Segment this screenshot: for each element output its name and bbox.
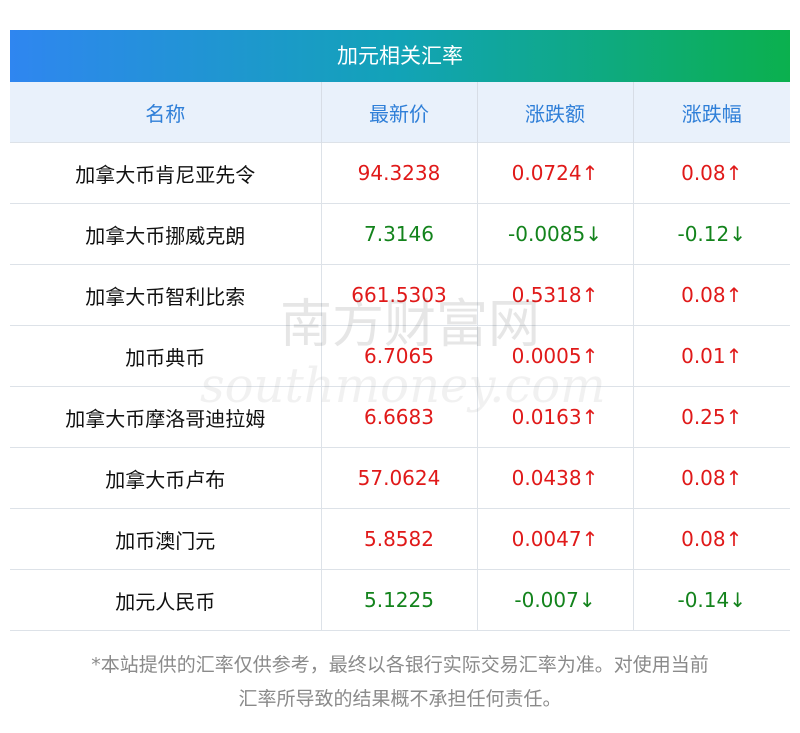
- currency-pair-name: 加币澳门元: [10, 508, 322, 570]
- table-row: 加拿大币卢布 57.0624 0.0438↑ 0.08↑: [10, 447, 790, 509]
- currency-pair-name: 加拿大币智利比索: [10, 264, 322, 326]
- col-header-pct: 涨跌幅: [633, 82, 790, 143]
- table-title: 加元相关汇率: [10, 30, 790, 82]
- change-percent: 0.08↑: [633, 264, 790, 326]
- col-header-price: 最新价: [321, 82, 478, 143]
- table-row: 加拿大币摩洛哥迪拉姆 6.6683 0.0163↑ 0.25↑: [10, 386, 790, 448]
- change-amount: -0.007↓: [477, 569, 634, 631]
- latest-price: 94.3238: [321, 142, 478, 204]
- latest-price: 6.7065: [321, 325, 478, 387]
- table-row: 加元人民币 5.1225 -0.007↓ -0.14↓: [10, 569, 790, 631]
- rate-table-panel: 加元相关汇率 名称 最新价 涨跌额 涨跌幅 加拿大币肯尼亚先令 94.3238 0.…: [10, 30, 790, 631]
- change-amount: 0.5318↑: [477, 264, 634, 326]
- col-header-change: 涨跌额: [477, 82, 634, 143]
- latest-price: 7.3146: [321, 203, 478, 265]
- change-percent: 0.08↑: [633, 142, 790, 204]
- exchange-rate-table: 名称 最新价 涨跌额 涨跌幅 加拿大币肯尼亚先令 94.3238 0.0724↑ 0.…: [10, 82, 790, 631]
- latest-price: 5.1225: [321, 569, 478, 631]
- currency-pair-name: 加币典币: [10, 325, 322, 387]
- disclaimer-line-1: *本站提供的汇率仅供参考，最终以各银行实际交易汇率为准。对使用当前: [91, 654, 709, 676]
- table-row: 加币典币 6.7065 0.0005↑ 0.01↑: [10, 325, 790, 387]
- table-row: 加拿大币挪威克朗 7.3146 -0.0085↓ -0.12↓: [10, 203, 790, 265]
- change-amount: 0.0438↑: [477, 447, 634, 509]
- currency-pair-name: 加元人民币: [10, 569, 322, 631]
- change-percent: 0.08↑: [633, 508, 790, 570]
- table-row: 加拿大币肯尼亚先令 94.3238 0.0724↑ 0.08↑: [10, 142, 790, 204]
- table-row: 加币澳门元 5.8582 0.0047↑ 0.08↑: [10, 508, 790, 570]
- change-amount: 0.0724↑: [477, 142, 634, 204]
- change-percent: 0.01↑: [633, 325, 790, 387]
- latest-price: 57.0624: [321, 447, 478, 509]
- currency-pair-name: 加拿大币挪威克朗: [10, 203, 322, 265]
- table-header-row: 名称 最新价 涨跌额 涨跌幅: [10, 82, 790, 143]
- col-header-name: 名称: [10, 82, 322, 143]
- change-percent: 0.25↑: [633, 386, 790, 448]
- change-percent: -0.14↓: [633, 569, 790, 631]
- latest-price: 5.8582: [321, 508, 478, 570]
- currency-pair-name: 加拿大币肯尼亚先令: [10, 142, 322, 204]
- change-amount: 0.0005↑: [477, 325, 634, 387]
- currency-pair-name: 加拿大币摩洛哥迪拉姆: [10, 386, 322, 448]
- change-amount: -0.0085↓: [477, 203, 634, 265]
- latest-price: 6.6683: [321, 386, 478, 448]
- latest-price: 661.5303: [321, 264, 478, 326]
- change-amount: 0.0047↑: [477, 508, 634, 570]
- disclaimer: *本站提供的汇率仅供参考，最终以各银行实际交易汇率为准。对使用当前 汇率所导致的…: [0, 648, 800, 716]
- currency-pair-name: 加拿大币卢布: [10, 447, 322, 509]
- table-row: 加拿大币智利比索 661.5303 0.5318↑ 0.08↑: [10, 264, 790, 326]
- change-amount: 0.0163↑: [477, 386, 634, 448]
- change-percent: -0.12↓: [633, 203, 790, 265]
- disclaimer-line-2: 汇率所导致的结果概不承担任何责任。: [238, 688, 562, 710]
- change-percent: 0.08↑: [633, 447, 790, 509]
